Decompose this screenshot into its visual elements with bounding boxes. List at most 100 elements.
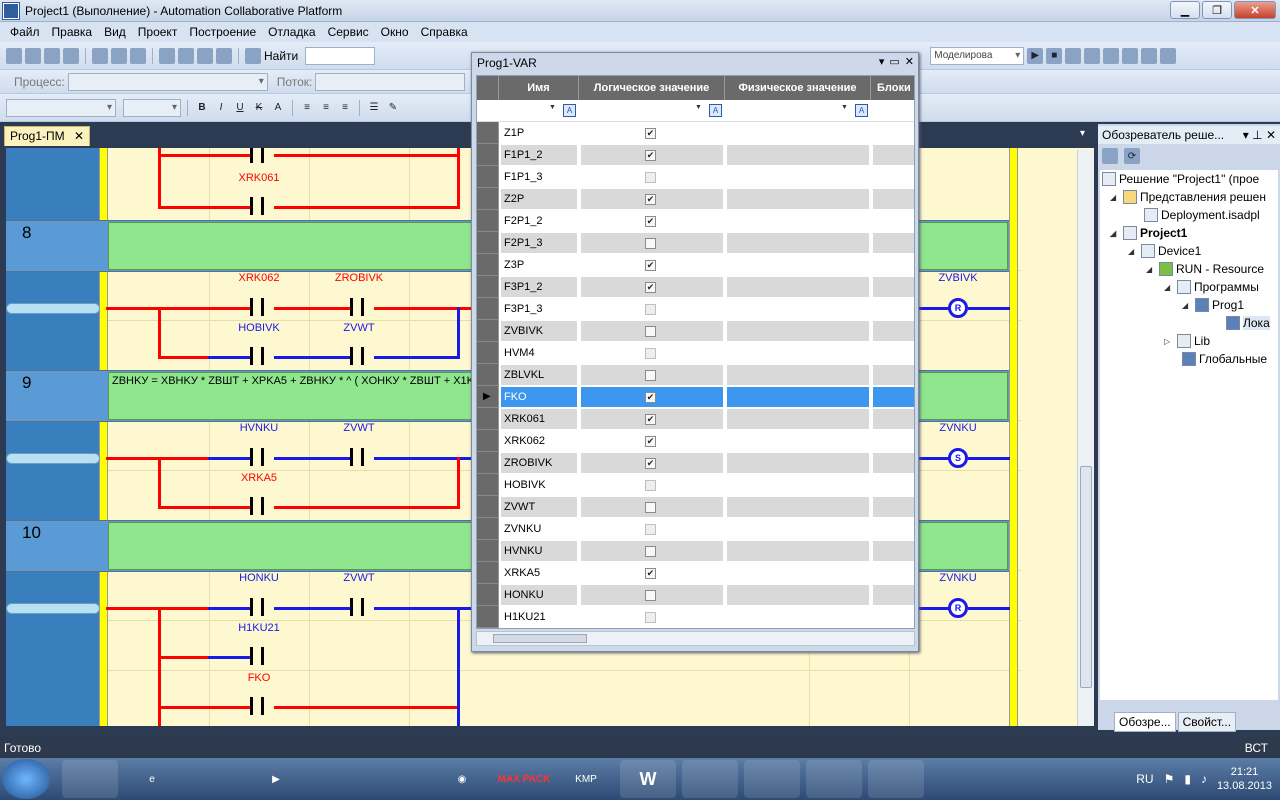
logical-value-cell[interactable] [581, 607, 723, 627]
taskbar-tool-icon[interactable] [372, 760, 428, 798]
taskbar-window-app-1[interactable] [744, 760, 800, 798]
stop-icon[interactable]: ■ [1046, 47, 1063, 64]
coil-zvbivk[interactable]: R [948, 298, 968, 318]
new-project-icon[interactable] [6, 47, 22, 64]
variable-name[interactable]: XRK061 [501, 409, 577, 429]
logical-value-checkbox[interactable] [645, 590, 656, 601]
variable-row[interactable]: ZROBIVK ✔ [477, 452, 914, 474]
variable-name[interactable]: F1P1_3 [501, 167, 577, 187]
logical-value-checkbox[interactable] [645, 612, 656, 623]
variable-name[interactable]: HVM4 [501, 343, 577, 363]
process-combo[interactable]: ▾ [67, 72, 268, 91]
row-selector[interactable] [477, 540, 499, 562]
logical-value-checkbox[interactable] [645, 238, 656, 249]
physical-value-cell[interactable] [727, 607, 869, 627]
taskbar-kmp-icon[interactable]: KMP [558, 760, 614, 798]
blocks-cell[interactable] [873, 343, 914, 363]
monitor-icon[interactable] [1160, 47, 1177, 64]
row-selector[interactable] [477, 430, 499, 452]
variable-row[interactable]: F1P1_2 ✔ [477, 144, 914, 166]
menu-build[interactable]: Построение [183, 25, 262, 39]
tree-node-solution-views[interactable]: ◢ Представления решен [1110, 190, 1266, 204]
blocks-cell[interactable] [873, 233, 914, 253]
tree-node-resource[interactable]: ◢ RUN - Resource [1146, 262, 1264, 276]
redo-icon[interactable] [178, 47, 194, 64]
tab-properties[interactable]: Свойст... [1177, 712, 1237, 732]
logical-value-checkbox[interactable] [645, 304, 656, 315]
navigate-forward-icon[interactable] [216, 47, 232, 64]
window-restore-icon[interactable]: ▭ [889, 55, 899, 68]
logical-value-cell[interactable]: ✔ [581, 563, 723, 583]
column-header-name[interactable]: Имя [499, 76, 579, 100]
logical-value-checkbox[interactable]: ✔ [645, 150, 656, 161]
logical-value-cell[interactable]: ✔ [581, 453, 723, 473]
physical-value-cell[interactable] [727, 431, 869, 451]
logical-value-cell[interactable] [581, 167, 723, 187]
taskbar-explorer-icon[interactable] [186, 760, 242, 798]
refresh-icon[interactable]: ⟳ [1124, 148, 1140, 164]
menu-edit[interactable]: Правка [46, 25, 99, 39]
physical-value-cell[interactable] [727, 299, 869, 319]
variable-name[interactable]: ZVNKU [501, 519, 577, 539]
taskbar-network-app[interactable] [682, 760, 738, 798]
menu-project[interactable]: Проект [132, 25, 184, 39]
logical-value-checkbox[interactable]: ✔ [645, 458, 656, 469]
variable-row[interactable]: XRK062 ✔ [477, 430, 914, 452]
variable-row[interactable]: F3P1_2 ✔ [477, 276, 914, 298]
variable-name[interactable]: Z1P [501, 123, 577, 143]
physical-value-cell[interactable] [727, 453, 869, 473]
physical-value-cell[interactable] [727, 365, 869, 385]
menu-file[interactable]: Файл [4, 25, 46, 39]
row-selector[interactable] [477, 144, 499, 166]
variable-name[interactable]: Z2P [501, 189, 577, 209]
taskbar-record-app[interactable] [868, 760, 924, 798]
variable-row[interactable]: HOBIVK [477, 474, 914, 496]
menu-debug[interactable]: Отладка [262, 25, 321, 39]
row-selector[interactable] [477, 166, 499, 188]
step-into-icon[interactable] [1084, 47, 1101, 64]
row-selector[interactable] [477, 254, 499, 276]
window-menu-icon[interactable]: ▾ [879, 55, 885, 68]
blocks-cell[interactable] [873, 387, 914, 407]
tree-node-programs[interactable]: ◢ Программы [1164, 280, 1259, 294]
font-color-icon[interactable]: A [270, 100, 286, 116]
close-button[interactable]: ✕ [1234, 1, 1276, 19]
taskbar-word-icon[interactable]: W [620, 760, 676, 798]
variable-row[interactable]: HONKU [477, 584, 914, 606]
blocks-cell[interactable] [873, 321, 914, 341]
physical-value-cell[interactable] [727, 189, 869, 209]
contact-top[interactable] [250, 148, 264, 163]
variable-row[interactable]: ZVBIVK [477, 320, 914, 342]
menu-tools[interactable]: Сервис [322, 25, 375, 39]
tree-node-project1[interactable]: ◢ Project1 [1110, 226, 1187, 240]
language-indicator[interactable]: RU [1136, 772, 1153, 786]
variable-name[interactable]: F2P1_2 [501, 211, 577, 231]
blocks-cell[interactable] [873, 277, 914, 297]
variable-name[interactable]: F3P1_3 [501, 299, 577, 319]
filter-name-icon[interactable]: A [563, 104, 576, 117]
menu-help[interactable]: Справка [415, 25, 474, 39]
row-selector[interactable] [477, 474, 499, 496]
row-selector[interactable] [477, 518, 499, 540]
variable-name[interactable]: ZBLVKL [501, 365, 577, 385]
blocks-cell[interactable] [873, 299, 914, 319]
logical-value-checkbox[interactable]: ✔ [645, 568, 656, 579]
row-selector[interactable] [477, 232, 499, 254]
filter-dropdown-icon[interactable]: ▼ [841, 104, 848, 111]
row-selector[interactable] [477, 276, 499, 298]
logical-value-checkbox[interactable]: ✔ [645, 194, 656, 205]
variable-name[interactable]: HVNKU [501, 541, 577, 561]
start-button[interactable] [2, 759, 50, 799]
row-selector[interactable] [477, 496, 499, 518]
variables-window[interactable]: Prog1-VAR ▾ ▭ ✕ Имя Логическое значение … [471, 52, 919, 652]
blocks-cell[interactable] [873, 497, 914, 517]
row-selector[interactable] [477, 364, 499, 386]
minimize-button[interactable]: ▁ [1170, 1, 1200, 19]
find-icon[interactable] [245, 47, 261, 64]
row-selector[interactable] [477, 342, 499, 364]
contact-xrk061[interactable] [250, 197, 264, 215]
physical-value-cell[interactable] [727, 145, 869, 165]
tab-solution-explorer[interactable]: Обозре... [1114, 712, 1176, 732]
physical-value-cell[interactable] [727, 519, 869, 539]
variable-name[interactable]: ZVBIVK [501, 321, 577, 341]
